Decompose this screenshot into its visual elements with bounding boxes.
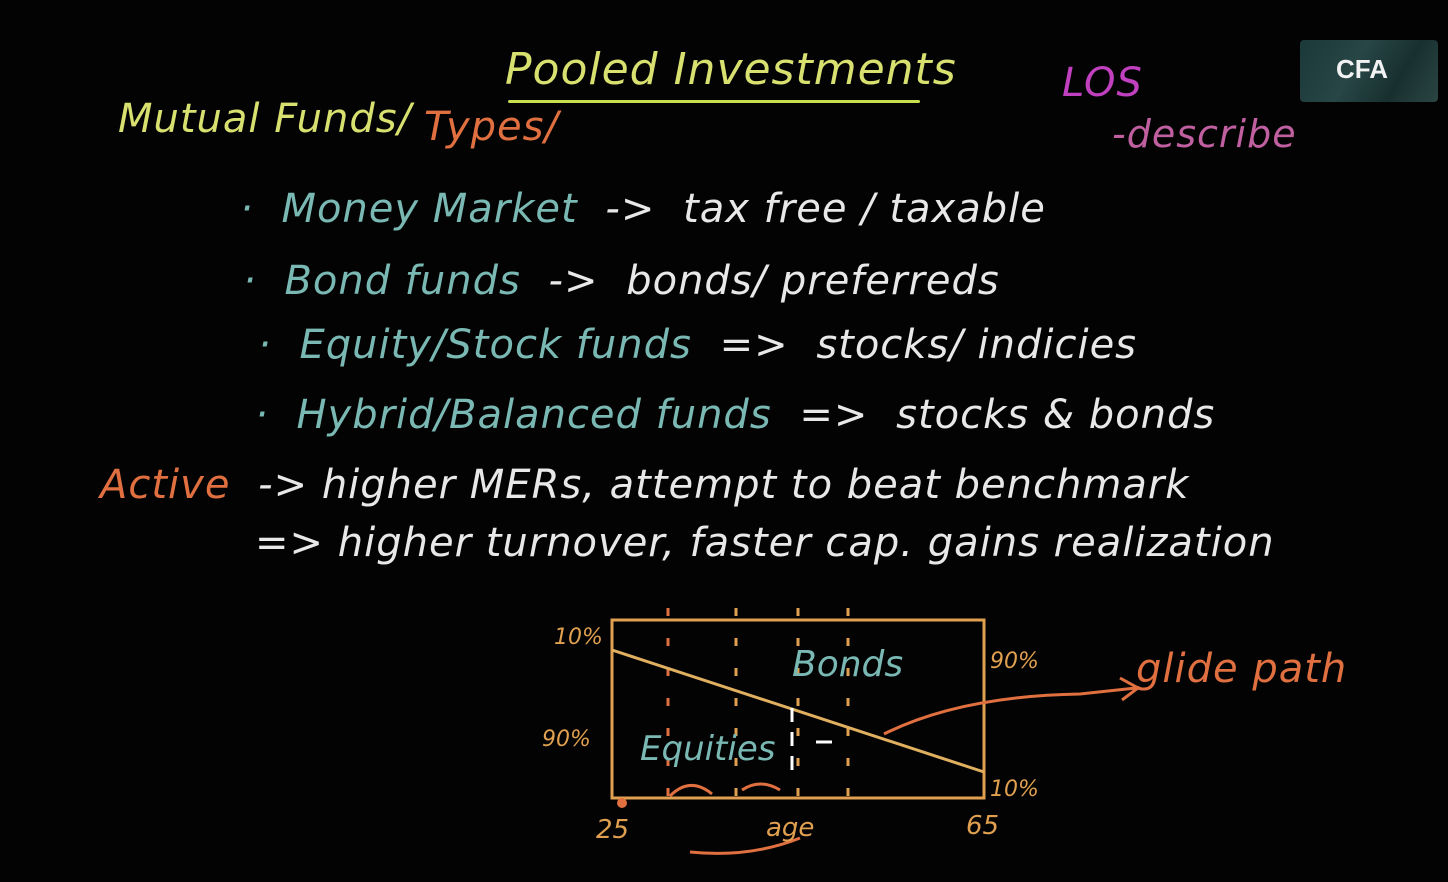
fund-name: Bond funds (284, 258, 521, 304)
los-describe: -describe (1112, 112, 1297, 156)
active-line2: => higher turnover, faster cap. gains re… (255, 520, 1275, 566)
glide-path-label: glide path (1136, 646, 1348, 692)
bullet: · (258, 322, 272, 368)
top-left-pct: 10% (554, 625, 603, 650)
fund-desc: stocks/ indicies (816, 322, 1138, 368)
arrow: => (719, 322, 789, 368)
fund-desc: tax free / taxable (683, 186, 1046, 232)
los-label: LOS (1062, 60, 1143, 106)
bottom-right-pct: 10% (990, 777, 1039, 802)
mutual-funds-heading: Mutual Funds/ (118, 96, 413, 142)
fund-row-money-market: · Money Market -> tax free / taxable (240, 186, 1060, 232)
hop-arrow (668, 784, 713, 798)
fund-name: Equity/Stock funds (299, 322, 692, 368)
bullet: · (255, 392, 269, 438)
cfa-logo-text: CFA (1336, 54, 1388, 84)
fund-row-bond: · Bond funds -> bonds/ preferreds (243, 258, 1014, 304)
x-start-label: 25 (596, 815, 629, 845)
active-line1: -> higher MERs, attempt to beat benchmar… (258, 462, 1190, 508)
active-row: Active -> higher MERs, attempt to beat b… (100, 462, 1203, 508)
mid-left-pct: 90% (542, 727, 591, 752)
fund-name: Money Market (281, 186, 578, 232)
glide-path-arrow (883, 676, 1141, 736)
types-heading: Types/ (424, 104, 559, 150)
fund-desc: stocks & bonds (896, 392, 1216, 438)
fund-name: Hybrid/Balanced funds (296, 392, 772, 438)
arrow: -> (605, 186, 656, 232)
equities-region-label: Equities (640, 729, 775, 769)
cfa-logo: CFA (1300, 40, 1438, 102)
hop-arrow (741, 782, 781, 792)
fund-row-equity: · Equity/Stock funds => stocks/ indicies (258, 322, 1151, 368)
bullet: · (243, 258, 257, 304)
active-label: Active (100, 462, 231, 508)
start-dot (617, 798, 627, 808)
arrow: => (799, 392, 869, 438)
title-underline (508, 100, 920, 103)
page-title: Pooled Investments (505, 44, 957, 95)
bullet: · (240, 186, 254, 232)
fund-row-hybrid: · Hybrid/Balanced funds => stocks & bond… (255, 392, 1229, 438)
x-end-label: 65 (966, 811, 999, 841)
arrow: -> (548, 258, 599, 304)
fund-desc: bonds/ preferreds (626, 258, 1000, 304)
x-axis-label: age (766, 813, 814, 843)
